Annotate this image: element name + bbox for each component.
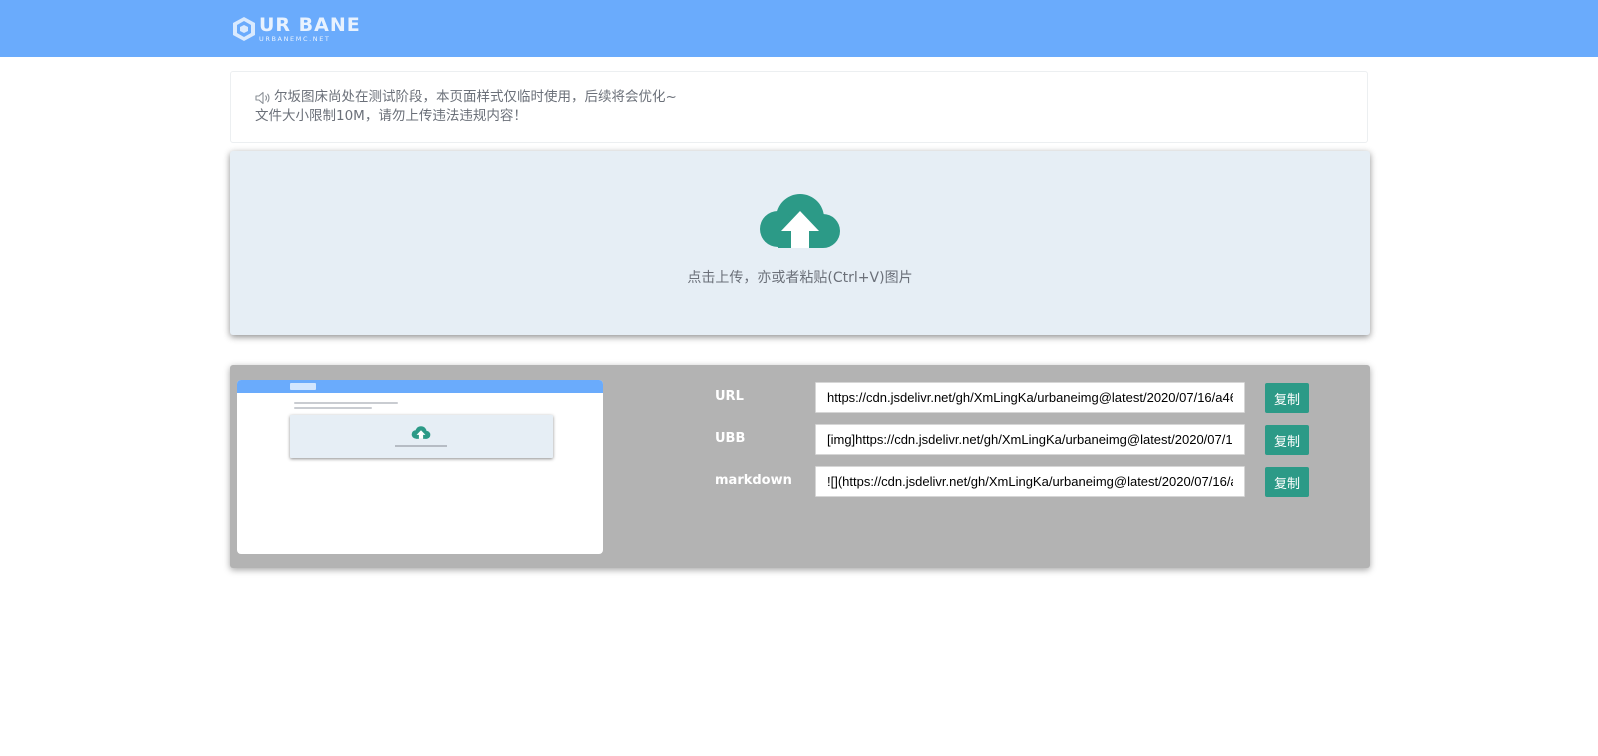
- upload-result-card: URL 复制 UBB 复制 markdown 复制: [230, 365, 1370, 568]
- notice-line-2: 文件大小限制10M，请勿上传违法违规内容！: [255, 107, 1367, 126]
- site-logo[interactable]: UR BANE URBANEMC.NET: [232, 14, 361, 44]
- speaker-icon: [255, 91, 270, 104]
- notice-line-1: 尔坂图床尚处在测试阶段，本页面样式仅临时使用，后续将会优化~: [255, 88, 1367, 107]
- logo-wordmark: UR BANE: [259, 13, 361, 36]
- copy-ubb-button[interactable]: 复制: [1265, 425, 1309, 455]
- cloud-upload-icon: [760, 194, 840, 248]
- markdown-field[interactable]: [815, 466, 1245, 497]
- link-row-url: URL 复制: [230, 381, 1370, 413]
- ubb-field[interactable]: [815, 424, 1245, 455]
- link-row-ubb: UBB 复制: [230, 423, 1370, 455]
- link-row-markdown: markdown 复制: [230, 465, 1370, 497]
- upload-dropzone[interactable]: 点击上传，亦或者粘贴(Ctrl+V)图片: [230, 151, 1370, 335]
- copy-markdown-button[interactable]: 复制: [1265, 467, 1309, 497]
- notice-panel: 尔坂图床尚处在测试阶段，本页面样式仅临时使用，后续将会优化~ 文件大小限制10M…: [230, 71, 1368, 143]
- copy-url-button[interactable]: 复制: [1265, 383, 1309, 413]
- upload-instruction: 点击上传，亦或者粘贴(Ctrl+V)图片: [687, 270, 913, 286]
- logo-domain: URBANEMC.NET: [259, 34, 331, 43]
- markdown-label: markdown: [715, 473, 792, 488]
- cube-logo-icon: [233, 17, 255, 41]
- notice-text-1: 尔坂图床尚处在测试阶段，本页面样式仅临时使用，后续将会优化~: [274, 89, 677, 105]
- top-header: UR BANE URBANEMC.NET: [0, 0, 1598, 57]
- url-field[interactable]: [815, 382, 1245, 413]
- url-label: URL: [715, 389, 744, 404]
- ubb-label: UBB: [715, 431, 746, 446]
- notice-text-2: 文件大小限制10M，请勿上传违法违规内容！: [255, 108, 527, 124]
